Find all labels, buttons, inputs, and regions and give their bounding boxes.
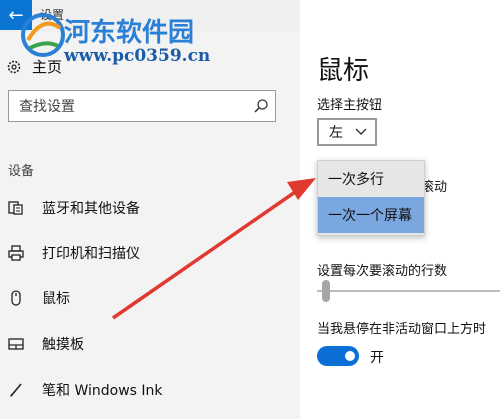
lines-slider-thumb[interactable] (322, 280, 330, 302)
lines-slider-track[interactable] (317, 290, 500, 292)
primary-button-dropdown[interactable]: 左 (317, 118, 377, 146)
primary-button-label: 选择主按钮 (317, 98, 383, 113)
section-title: 设备 (8, 164, 35, 179)
sidebar-item-bluetooth[interactable]: 蓝牙和其他设备 (8, 198, 140, 218)
sidebar-item-label: 鼠标 (42, 291, 70, 307)
toggle-knob (345, 351, 355, 361)
chevron-down-icon (355, 128, 367, 135)
bluetooth-devices-icon (8, 201, 23, 215)
sidebar-item-touchpad[interactable]: 触摸板 (8, 334, 84, 354)
gear-icon (7, 60, 21, 73)
sidebar-item-printers[interactable]: 打印机和扫描仪 (8, 243, 140, 263)
search-input[interactable] (9, 91, 251, 123)
sidebar-item-pen[interactable]: 笔和 Windows Ink (8, 380, 163, 400)
search-box[interactable] (8, 90, 276, 123)
lines-label: 设置每次要滚动的行数 (317, 264, 448, 279)
scroll-options-popup: 一次多行 一次一个屏幕 (317, 160, 425, 236)
touchpad-icon (8, 338, 24, 350)
toggle-state-label: 开 (370, 350, 384, 366)
scroll-option-multiple-lines[interactable]: 一次多行 (318, 161, 424, 197)
pen-icon (10, 383, 22, 397)
sidebar-item-label: 笔和 Windows Ink (42, 383, 163, 399)
sidebar-item-label: 蓝牙和其他设备 (42, 201, 140, 217)
page-title: 鼠标 (317, 56, 370, 86)
inactive-scroll-toggle[interactable] (317, 346, 359, 366)
sidebar-item-label: 打印机和扫描仪 (42, 246, 140, 262)
watermark-logo-icon (21, 13, 65, 57)
printer-icon (8, 245, 24, 261)
mouse-icon (11, 290, 21, 306)
sidebar-item-mouse[interactable]: 鼠标 (8, 288, 70, 308)
primary-button-value: 左 (329, 125, 343, 141)
main-content: 鼠标 选择主按钮 左 滚动 一次多行 一次一个屏幕 设置每次要滚动的行数 当我悬… (300, 0, 500, 419)
watermark-name: 河东软件园 (64, 18, 195, 48)
scroll-option-one-screen[interactable]: 一次一个屏幕 (318, 197, 424, 233)
sidebar: 主页 设备 蓝牙和其他设备 打印机和扫描仪 鼠标 触摸板 笔和 Windows … (0, 32, 300, 419)
inactive-scroll-label: 当我悬停在非活动窗口上方时 (317, 322, 487, 337)
search-icon[interactable] (253, 98, 269, 114)
sidebar-item-label: 触摸板 (42, 337, 84, 353)
watermark-url: www.pc0359.cn (64, 46, 211, 66)
